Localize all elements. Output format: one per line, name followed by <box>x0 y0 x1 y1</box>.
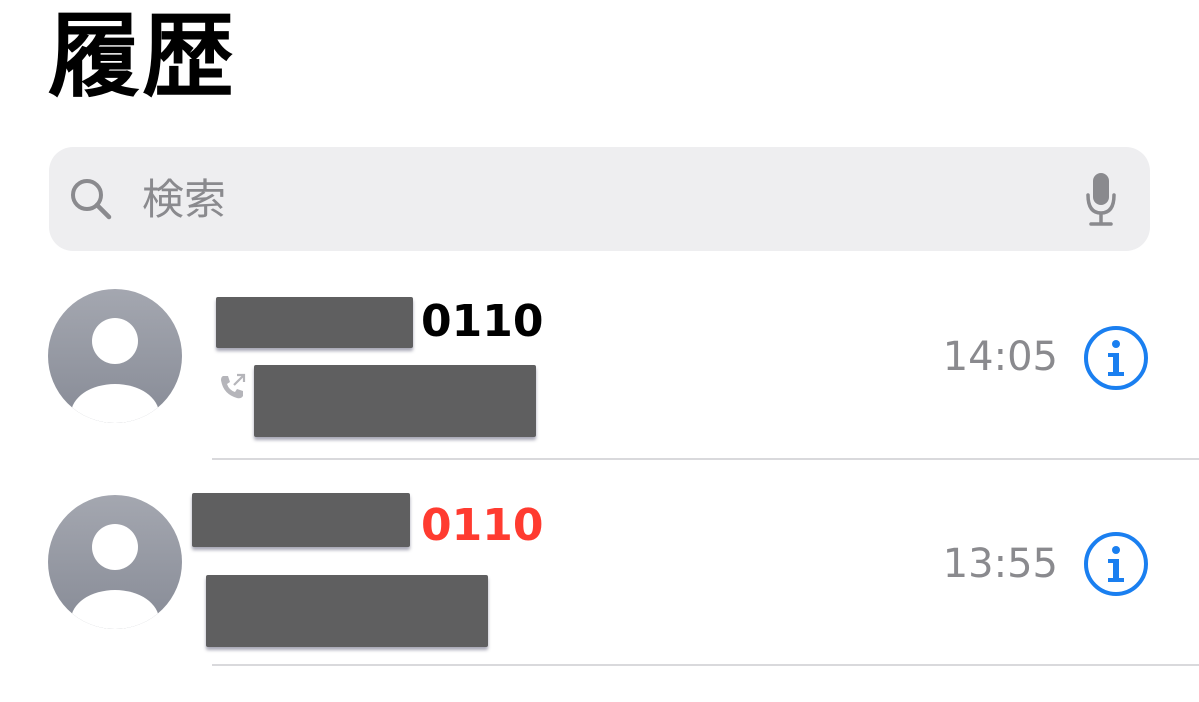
redacted-number-prefix <box>192 493 410 547</box>
person-avatar <box>48 495 182 629</box>
recents-screen: 履歴 検索 0110 14:05 0110 13:55 <box>0 0 1199 702</box>
caller-number: 0110 <box>421 500 544 551</box>
call-time: 13:55 <box>942 541 1058 587</box>
info-icon[interactable] <box>1083 531 1149 597</box>
call-row[interactable]: 0110 13:55 <box>0 0 1199 668</box>
redacted-label <box>206 575 488 647</box>
row-divider <box>212 664 1199 666</box>
